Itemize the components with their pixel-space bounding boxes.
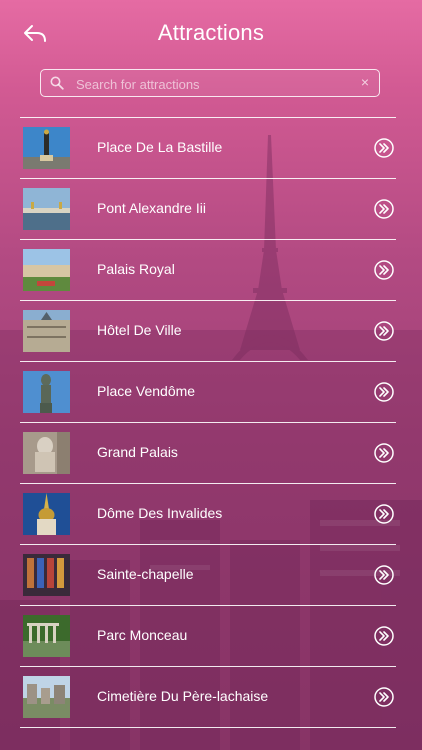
list-item-label: Cimetière Du Père-lachaise xyxy=(97,688,269,704)
chevron-double-right-icon[interactable] xyxy=(374,626,394,646)
list-item[interactable]: Hôtel De Ville xyxy=(20,301,396,362)
list-item[interactable]: Sainte-chapelle xyxy=(20,545,396,606)
thumbnail-image xyxy=(23,310,70,352)
list-item[interactable]: Place Vendôme xyxy=(20,362,396,423)
thumbnail-image xyxy=(23,127,70,169)
list-item-label: Hôtel De Ville xyxy=(97,322,182,338)
list-item-label: Parc Monceau xyxy=(97,627,188,643)
thumbnail-image xyxy=(23,371,70,413)
thumbnail-image xyxy=(23,493,70,535)
header: Attractions xyxy=(0,0,422,68)
list-item[interactable]: Dôme Des Invalides xyxy=(20,484,396,545)
list-item[interactable]: Pont Alexandre Iii xyxy=(20,179,396,240)
search-bar: × xyxy=(40,69,380,98)
search-icon xyxy=(50,76,64,90)
list-item[interactable]: Cimetière Du Père-lachaise xyxy=(20,667,396,728)
chevron-double-right-icon[interactable] xyxy=(374,504,394,524)
clear-icon[interactable]: × xyxy=(361,74,369,90)
chevron-double-right-icon[interactable] xyxy=(374,260,394,280)
chevron-double-right-icon[interactable] xyxy=(374,565,394,585)
chevron-double-right-icon[interactable] xyxy=(374,687,394,707)
thumbnail-image xyxy=(23,554,70,596)
thumbnail-image xyxy=(23,432,70,474)
list-item[interactable]: Place De La Bastille xyxy=(20,118,396,179)
list-item-label: Sainte-chapelle xyxy=(97,566,194,582)
chevron-double-right-icon[interactable] xyxy=(374,138,394,158)
list-item-label: Place Vendôme xyxy=(97,383,196,399)
list-item-label: Grand Palais xyxy=(97,444,178,460)
page-title: Attractions xyxy=(157,20,265,45)
chevron-double-right-icon[interactable] xyxy=(374,443,394,463)
chevron-double-right-icon[interactable] xyxy=(374,321,394,341)
list-item[interactable]: Parc Monceau xyxy=(20,606,396,667)
list-item[interactable]: Grand Palais xyxy=(20,423,396,484)
list-item-label: Place De La Bastille xyxy=(97,139,223,155)
list-item-label: Pont Alexandre Iii xyxy=(97,200,206,216)
thumbnail-image xyxy=(23,676,70,718)
list-item[interactable]: Palais Royal xyxy=(20,240,396,301)
list-item-label: Dôme Des Invalides xyxy=(97,505,223,521)
thumbnail-image xyxy=(23,249,70,291)
list-item-label: Palais Royal xyxy=(97,261,175,277)
search-input[interactable] xyxy=(74,70,348,98)
thumbnail-image xyxy=(23,188,70,230)
chevron-double-right-icon[interactable] xyxy=(374,199,394,219)
thumbnail-image xyxy=(23,615,70,657)
attractions-list: Place De La Bastille Pont Alexandre Iii … xyxy=(20,117,396,728)
chevron-double-right-icon[interactable] xyxy=(374,382,394,402)
